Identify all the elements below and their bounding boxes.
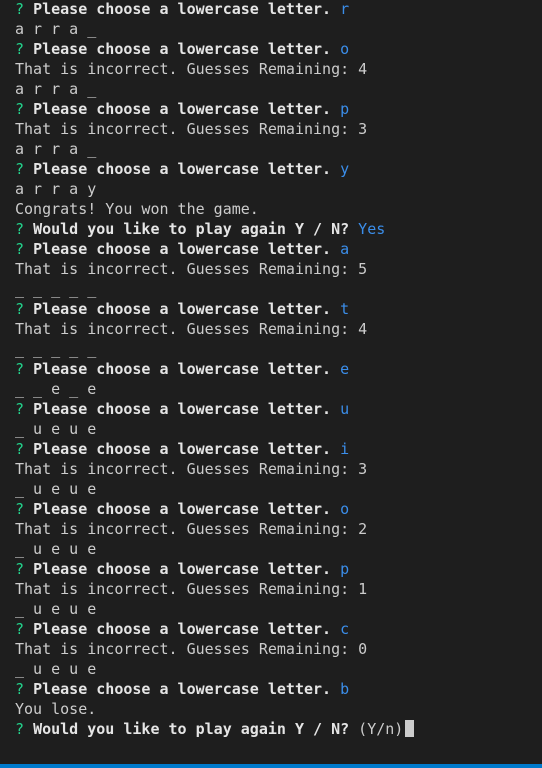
prompt-answer: Yes <box>358 220 386 238</box>
prompt-answer: b <box>340 680 350 698</box>
prompt-line: ? Please choose a lowercase letter. t <box>15 299 542 319</box>
output-line: _ u e u e <box>15 540 97 558</box>
output-line: _ _ e _ e <box>15 380 97 398</box>
prompt-line: ? Please choose a lowercase letter. e <box>15 359 542 379</box>
prompt-marker: ? <box>15 400 25 418</box>
prompt-marker: ? <box>15 0 25 18</box>
prompt-line: ? Would you like to play again Y / N? Ye… <box>15 219 542 239</box>
output-line: _ u e u e <box>15 420 97 438</box>
output-line: That is incorrect. Guesses Remaining: 2 <box>15 520 368 538</box>
prompt-question: Please choose a lowercase letter. <box>33 100 332 118</box>
prompt-marker: ? <box>15 560 25 578</box>
output-line: a r r a _ <box>15 80 97 98</box>
output-line: That is incorrect. Guesses Remaining: 3 <box>15 120 368 138</box>
prompt-answer: p <box>340 100 350 118</box>
prompt-line: ? Please choose a lowercase letter. u <box>15 399 542 419</box>
prompt-answer: e <box>340 360 350 378</box>
prompt-answer: u <box>340 400 350 418</box>
output-line: _ u e u e <box>15 660 97 678</box>
prompt-line: ? Please choose a lowercase letter. p <box>15 99 542 119</box>
prompt-marker: ? <box>15 720 25 738</box>
output-line: That is incorrect. Guesses Remaining: 0 <box>15 640 368 658</box>
prompt-question: Please choose a lowercase letter. <box>33 620 332 638</box>
output-line: That is incorrect. Guesses Remaining: 3 <box>15 460 368 478</box>
prompt-question: Please choose a lowercase letter. <box>33 400 332 418</box>
terminal-output[interactable]: ? Please choose a lowercase letter. ra r… <box>15 0 542 739</box>
output-line: a r r a _ <box>15 20 97 38</box>
output-line: _ u e u e <box>15 600 97 618</box>
prompt-answer: o <box>340 40 350 58</box>
prompt-line: ? Please choose a lowercase letter. y <box>15 159 542 179</box>
prompt-line: ? Please choose a lowercase letter. o <box>15 499 542 519</box>
prompt-question: Please choose a lowercase letter. <box>33 360 332 378</box>
output-line: _ u e u e <box>15 480 97 498</box>
prompt-question: Please choose a lowercase letter. <box>33 440 332 458</box>
prompt-line: ? Please choose a lowercase letter. p <box>15 559 542 579</box>
prompt-line: ? Please choose a lowercase letter. o <box>15 39 542 59</box>
output-line: You lose. <box>15 700 97 718</box>
prompt-answer: a <box>340 240 350 258</box>
prompt-question: Please choose a lowercase letter. <box>33 240 332 258</box>
prompt-answer: c <box>340 620 350 638</box>
output-line: That is incorrect. Guesses Remaining: 4 <box>15 320 368 338</box>
prompt-answer: i <box>340 440 350 458</box>
prompt-default-hint: (Y/n) <box>358 720 404 738</box>
prompt-answer: p <box>340 560 350 578</box>
prompt-question: Please choose a lowercase letter. <box>33 40 332 58</box>
prompt-line: ? Please choose a lowercase letter. a <box>15 239 542 259</box>
output-line: That is incorrect. Guesses Remaining: 4 <box>15 60 368 78</box>
prompt-answer: y <box>340 160 350 178</box>
prompt-marker: ? <box>15 620 25 638</box>
prompt-marker: ? <box>15 360 25 378</box>
prompt-marker: ? <box>15 100 25 118</box>
prompt-marker: ? <box>15 440 25 458</box>
prompt-marker: ? <box>15 500 25 518</box>
prompt-marker: ? <box>15 240 25 258</box>
active-prompt-line: ? Would you like to play again Y / N? (Y… <box>15 719 542 739</box>
output-line: a r r a _ <box>15 140 97 158</box>
prompt-marker: ? <box>15 300 25 318</box>
prompt-line: ? Please choose a lowercase letter. c <box>15 619 542 639</box>
prompt-answer: r <box>340 0 350 18</box>
prompt-marker: ? <box>15 160 25 178</box>
prompt-line: ? Please choose a lowercase letter. i <box>15 439 542 459</box>
output-line: a r r a y <box>15 180 97 198</box>
output-line: That is incorrect. Guesses Remaining: 1 <box>15 580 368 598</box>
prompt-line: ? Please choose a lowercase letter. r <box>15 0 542 19</box>
prompt-question: Please choose a lowercase letter. <box>33 300 332 318</box>
output-line: _ _ _ _ _ <box>15 340 97 358</box>
prompt-question: Please choose a lowercase letter. <box>33 0 332 18</box>
prompt-answer: t <box>340 300 350 318</box>
prompt-question: Please choose a lowercase letter. <box>33 500 332 518</box>
status-bar <box>0 764 542 768</box>
prompt-question: Please choose a lowercase letter. <box>33 560 332 578</box>
prompt-marker: ? <box>15 680 25 698</box>
output-line: _ _ _ _ _ <box>15 280 97 298</box>
prompt-line: ? Please choose a lowercase letter. b <box>15 679 542 699</box>
terminal-cursor[interactable] <box>405 720 415 737</box>
prompt-marker: ? <box>15 40 25 58</box>
prompt-answer: o <box>340 500 350 518</box>
prompt-question: Would you like to play again Y / N? <box>33 720 350 738</box>
prompt-question: Please choose a lowercase letter. <box>33 160 332 178</box>
prompt-question: Please choose a lowercase letter. <box>33 680 332 698</box>
output-line: Congrats! You won the game. <box>15 200 259 218</box>
prompt-marker: ? <box>15 220 25 238</box>
prompt-question: Would you like to play again Y / N? <box>33 220 350 238</box>
output-line: That is incorrect. Guesses Remaining: 5 <box>15 260 368 278</box>
